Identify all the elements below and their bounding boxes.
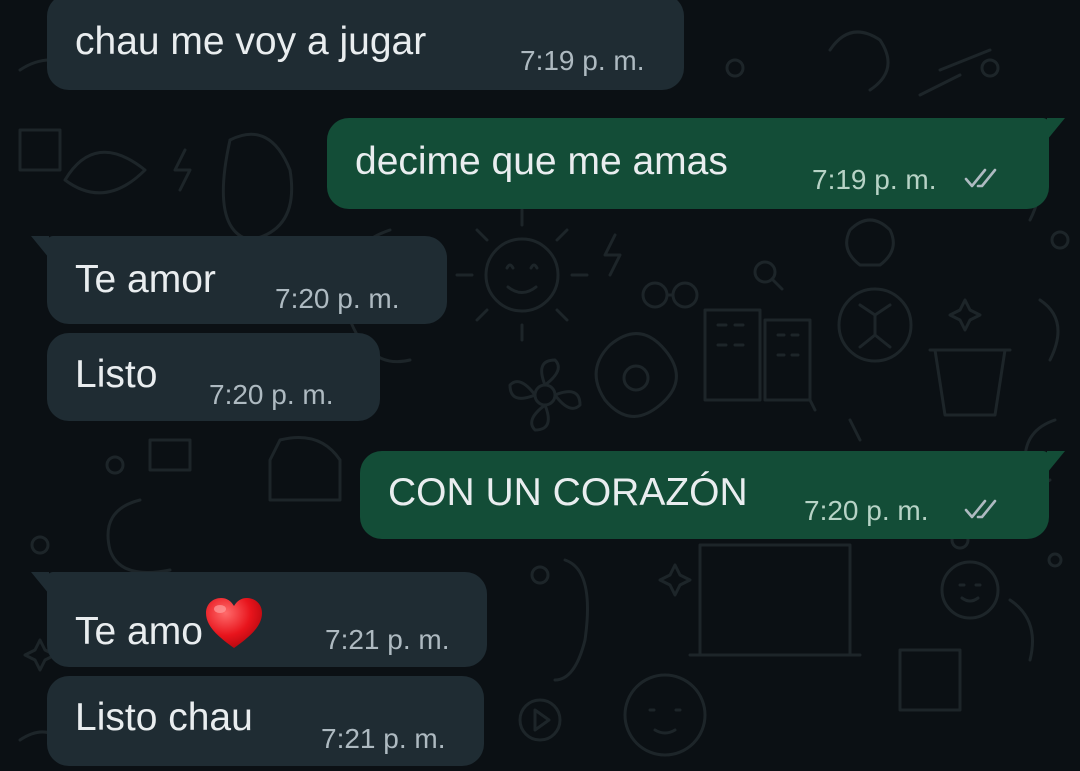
message-timestamp: 7:20 p. m. <box>209 379 334 410</box>
message-bubble-incoming[interactable]: Te amo 7:21 p. m. <box>31 572 487 667</box>
message-text: decime que me amas <box>355 140 728 183</box>
bubble-tail <box>1047 118 1065 140</box>
message-bubble-incoming[interactable]: Listo chau 7:21 p. m. <box>47 676 484 766</box>
message-text: chau me voy a jugar <box>75 20 427 63</box>
message-timestamp: 7:21 p. m. <box>325 624 450 655</box>
heart-emoji <box>205 598 262 648</box>
double-check-icon <box>964 168 997 188</box>
message-bubble-incoming[interactable]: Te amor 7:20 p. m. <box>31 236 447 324</box>
message-text: Te amor <box>75 258 216 301</box>
message-text-content: Te amo <box>75 610 203 653</box>
message-text: Te amo <box>75 596 264 651</box>
message-timestamp: 7:21 p. m. <box>321 723 446 754</box>
message-timestamp: 7:19 p. m. <box>520 45 645 76</box>
message-bubble-outgoing[interactable]: decime que me amas 7:19 p. m. <box>327 118 1065 209</box>
message-bubble-incoming[interactable]: Listo 7:20 p. m. <box>47 333 380 421</box>
message-timestamp: 7:19 p. m. <box>812 164 937 195</box>
message-bubble-outgoing[interactable]: CON UN CORAZÓN 7:20 p. m. <box>360 451 1065 539</box>
message-timestamp: 7:20 p. m. <box>804 495 929 526</box>
chat-area[interactable]: chau me voy a jugar 7:19 p. m. decime qu… <box>0 0 1080 771</box>
bubble-tail <box>31 572 49 594</box>
bubble-tail <box>31 236 49 258</box>
bubble-tail <box>1047 451 1065 473</box>
message-text: Listo <box>75 353 158 396</box>
double-check-icon <box>964 499 997 519</box>
message-timestamp: 7:20 p. m. <box>275 283 400 314</box>
message-bubble-incoming[interactable]: chau me voy a jugar 7:19 p. m. <box>47 0 684 90</box>
message-text: CON UN CORAZÓN <box>388 471 748 514</box>
message-text: Listo chau <box>75 696 253 739</box>
